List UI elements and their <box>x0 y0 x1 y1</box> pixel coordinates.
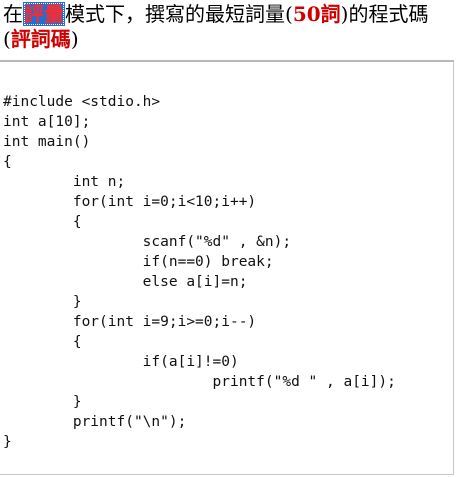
code-line: #include <stdio.h> <box>3 94 161 110</box>
code-line: for(int i=0;i<10;i++) <box>3 194 257 210</box>
code-line: for(int i=9;i>=0;i--) <box>3 314 257 330</box>
code-line: { <box>3 154 12 170</box>
code-line: int n; <box>3 174 126 190</box>
code-line: { <box>3 214 82 230</box>
code-line: if(a[i]!=0) <box>3 354 239 370</box>
header-text: 在評量模式下，撰寫的最短詞量(50詞)的程式碼(評詞碼) <box>3 2 453 52</box>
code-line: printf("%d " , a[i]); <box>3 374 396 390</box>
code-line: if(n==0) break; <box>3 254 274 270</box>
code-line: int a[10]; <box>3 114 91 130</box>
header-term: 評詞碼 <box>10 27 71 51</box>
word-count: 50詞 <box>292 2 341 26</box>
header-prefix: 在 <box>3 2 23 26</box>
highlight-term[interactable]: 評量 <box>23 2 65 26</box>
code-line: printf("\n"); <box>3 414 187 430</box>
code-panel: #include <stdio.h> int a[10]; int main()… <box>0 62 454 475</box>
code-line: else a[i]=n; <box>3 274 248 290</box>
code-line: } <box>3 394 82 410</box>
code-line: } <box>3 434 12 450</box>
code-line: scanf("%d" , &n); <box>3 234 292 250</box>
code-line: { <box>3 334 82 350</box>
code-line: int main() <box>3 134 91 150</box>
code-line: } <box>3 294 82 310</box>
header-middle: 模式下，撰寫的最短詞量( <box>65 2 293 26</box>
code-block: #include <stdio.h> int a[10]; int main()… <box>3 92 396 452</box>
header-close: ) <box>70 27 79 51</box>
